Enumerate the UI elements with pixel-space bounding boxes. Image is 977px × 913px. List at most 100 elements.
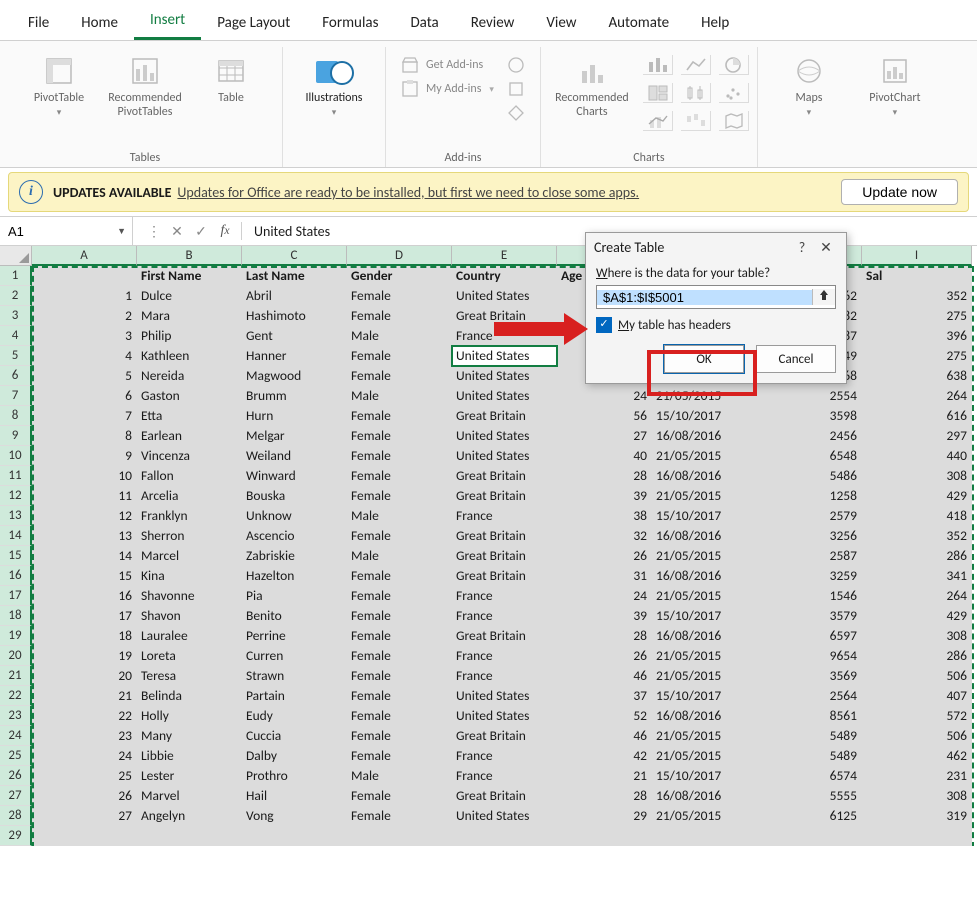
cell[interactable]: Dalby (242, 746, 347, 766)
cell[interactable]: Country (452, 266, 557, 286)
cell[interactable]: Female (347, 466, 452, 486)
cell[interactable]: Female (347, 646, 452, 666)
cell[interactable]: 429 (862, 486, 972, 506)
cell[interactable]: 46 (557, 726, 652, 746)
cell[interactable]: Perrine (242, 626, 347, 646)
row-header[interactable]: 11 (0, 466, 32, 486)
cell[interactable]: Gender (347, 266, 452, 286)
cell[interactable]: France (452, 646, 557, 666)
cell[interactable]: 308 (862, 466, 972, 486)
cell[interactable]: 15/10/2017 (652, 686, 757, 706)
cell[interactable]: 16/08/2016 (652, 626, 757, 646)
cell[interactable]: 2554 (757, 386, 862, 406)
cell[interactable]: 37 (557, 686, 652, 706)
chart-line-icon[interactable] (681, 55, 711, 75)
cell[interactable]: Fallon (137, 466, 242, 486)
cell[interactable]: 21/05/2015 (652, 806, 757, 826)
select-all-corner[interactable] (0, 246, 32, 266)
cell[interactable]: 11 (32, 486, 137, 506)
cell[interactable]: 2456 (757, 426, 862, 446)
cell[interactable]: 24 (557, 386, 652, 406)
cell[interactable]: 21/05/2015 (652, 446, 757, 466)
row-header[interactable]: 14 (0, 526, 32, 546)
cell[interactable]: Female (347, 406, 452, 426)
cell[interactable]: Brumm (242, 386, 347, 406)
row-header[interactable]: 26 (0, 766, 32, 786)
cell[interactable]: 9654 (757, 646, 862, 666)
cell[interactable]: Female (347, 666, 452, 686)
col-header-I[interactable]: I (862, 246, 972, 266)
row-header[interactable]: 19 (0, 626, 32, 646)
cell[interactable]: 9 (32, 446, 137, 466)
cell[interactable]: Libbie (137, 746, 242, 766)
cell[interactable]: 418 (862, 506, 972, 526)
cell[interactable]: Shavonne (137, 586, 242, 606)
cell[interactable]: 407 (862, 686, 972, 706)
cell[interactable]: Male (347, 506, 452, 526)
row-header[interactable]: 10 (0, 446, 32, 466)
row-header[interactable]: 8 (0, 406, 32, 426)
cell[interactable]: France (452, 666, 557, 686)
cell[interactable]: Earlean (137, 426, 242, 446)
cell[interactable]: 15/10/2017 (652, 506, 757, 526)
row-header[interactable]: 13 (0, 506, 32, 526)
chart-waterfall-icon[interactable] (681, 111, 711, 131)
cell[interactable]: 275 (862, 306, 972, 326)
cell[interactable]: 12 (32, 506, 137, 526)
chart-pie-icon[interactable] (719, 55, 749, 75)
tab-review[interactable]: Review (455, 6, 531, 40)
cell[interactable]: Vincenza (137, 446, 242, 466)
cell[interactable]: France (452, 606, 557, 626)
cell[interactable]: Zabriskie (242, 546, 347, 566)
cell[interactable]: Hanner (242, 346, 347, 366)
cell[interactable]: Holly (137, 706, 242, 726)
cell[interactable]: 15/10/2017 (652, 766, 757, 786)
row-header[interactable]: 17 (0, 586, 32, 606)
cell[interactable]: 21/05/2015 (652, 726, 757, 746)
cell[interactable]: 26 (32, 786, 137, 806)
cell[interactable] (32, 266, 137, 286)
cell[interactable]: 40 (557, 446, 652, 466)
cell[interactable]: Sal (862, 266, 972, 286)
cell[interactable]: Mara (137, 306, 242, 326)
name-box-input[interactable] (6, 223, 90, 240)
table-button[interactable]: Table (188, 51, 274, 107)
col-header-B[interactable]: B (137, 246, 242, 266)
row-header[interactable]: 29 (0, 826, 32, 846)
recommended-pivottables-button[interactable]: RecommendedPivotTables (102, 51, 188, 121)
cell[interactable]: Hashimoto (242, 306, 347, 326)
cell[interactable] (452, 826, 557, 846)
cell[interactable] (557, 826, 652, 846)
cell[interactable]: 286 (862, 646, 972, 666)
cell[interactable]: 3579 (757, 606, 862, 626)
row-header[interactable]: 4 (0, 326, 32, 346)
cell[interactable]: 24 (557, 586, 652, 606)
cell[interactable]: 16/08/2016 (652, 426, 757, 446)
cell[interactable]: 286 (862, 546, 972, 566)
cell[interactable]: 18 (32, 626, 137, 646)
cell[interactable] (347, 826, 452, 846)
cell[interactable]: Female (347, 806, 452, 826)
cell[interactable]: Belinda (137, 686, 242, 706)
row-header[interactable]: 7 (0, 386, 32, 406)
cell[interactable]: Curren (242, 646, 347, 666)
cell[interactable]: Great Britain (452, 546, 557, 566)
cell[interactable]: 21/05/2015 (652, 646, 757, 666)
cell[interactable]: 5555 (757, 786, 862, 806)
cell[interactable]: United States (452, 806, 557, 826)
cell[interactable]: Great Britain (452, 566, 557, 586)
cell[interactable]: 8 (32, 426, 137, 446)
cell[interactable]: Hail (242, 786, 347, 806)
cell[interactable]: 352 (862, 286, 972, 306)
cell[interactable]: Franklyn (137, 506, 242, 526)
cell[interactable]: Bouska (242, 486, 347, 506)
row-header[interactable]: 5 (0, 346, 32, 366)
cell[interactable] (757, 826, 862, 846)
visio-icon[interactable] (506, 103, 526, 123)
cell[interactable]: Great Britain (452, 466, 557, 486)
cell[interactable]: 6125 (757, 806, 862, 826)
cell[interactable]: 341 (862, 566, 972, 586)
cell[interactable]: 6597 (757, 626, 862, 646)
cell[interactable] (862, 826, 972, 846)
enter-formula-button[interactable]: ✓ (189, 223, 213, 240)
